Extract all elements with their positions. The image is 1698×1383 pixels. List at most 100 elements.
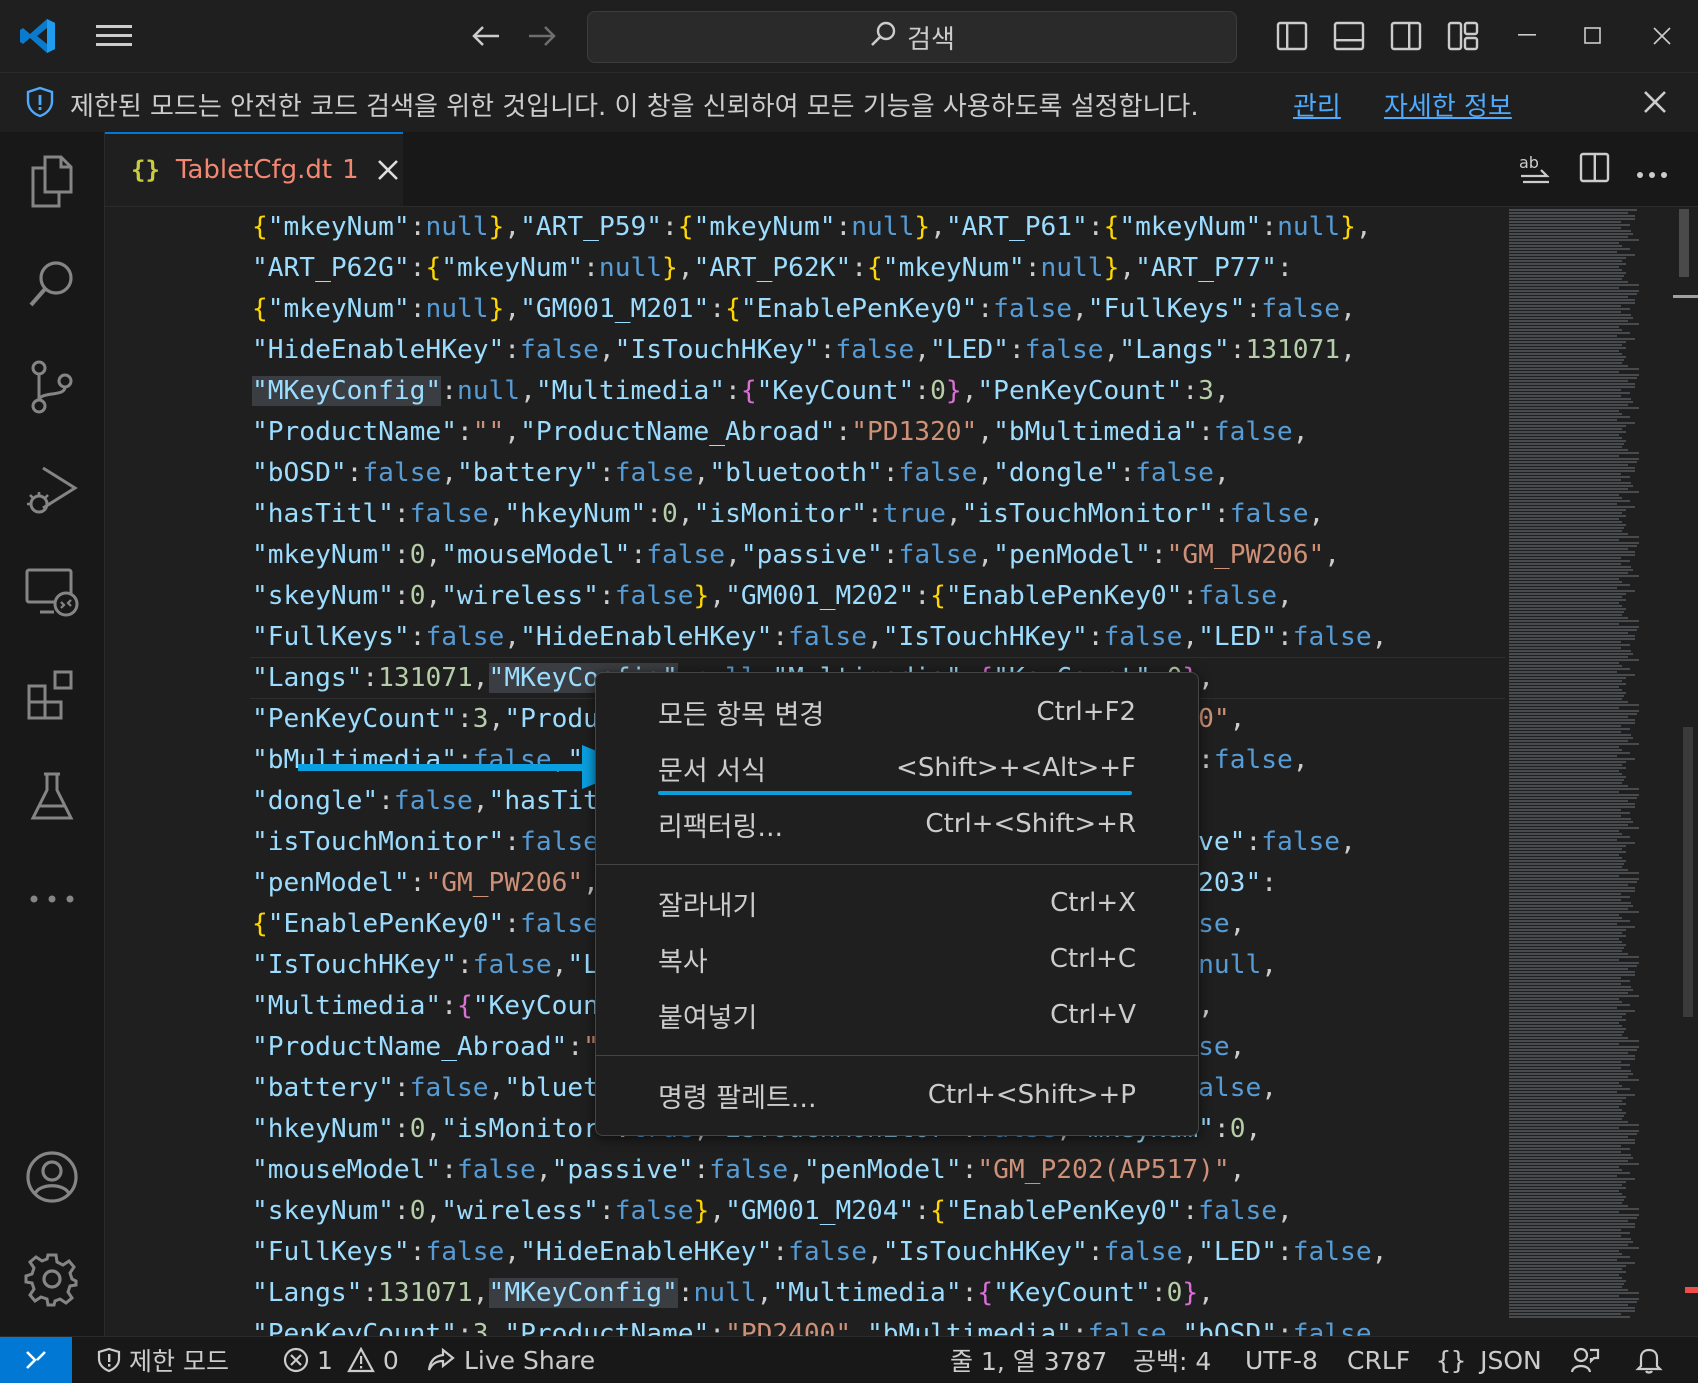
minimap-line [1509,1133,1637,1135]
menu-item-cut[interactable]: 잘라내기 Ctrl+X [604,878,1190,928]
toggle-secondary-sidebar-icon[interactable] [1384,14,1428,58]
code-line[interactable]: {"mkeyNum":null},"GM001_M201":{"EnablePe… [252,289,1387,330]
minimap-line [1509,233,1633,235]
minimap-line [1509,509,1626,511]
minimize-icon[interactable] [1505,14,1549,58]
explorer-icon[interactable] [0,137,104,227]
minimap-line [1509,1184,1622,1186]
maximize-icon[interactable] [1571,14,1615,58]
tab-tabletcfg[interactable]: {} TabletCfg.dt 1 [105,132,403,206]
context-menu: 모든 항목 변경 Ctrl+F2 문서 서식 <Shift>+<Alt>+F 리… [595,672,1199,1136]
minimap-line [1509,773,1622,775]
minimap-line [1509,914,1619,916]
code-line[interactable]: "ART_P62G":{"mkeyNum":null},"ART_P62K":{… [252,248,1387,289]
minimap-line [1509,650,1631,652]
customize-layout-icon[interactable] [1441,14,1485,58]
banner-close-icon[interactable] [1640,87,1670,124]
code-line[interactable]: "FullKeys":false,"HideEnableHKey":false,… [252,617,1387,658]
minimap-line [1509,932,1622,934]
code-line[interactable]: "hasTitl":false,"hkeyNum":0,"isMonitor":… [252,494,1387,535]
encoding-status[interactable]: UTF-8 [1245,1337,1318,1383]
manage-link[interactable]: 관리 [1293,86,1341,123]
menu-item-paste[interactable]: 붙여넣기 Ctrl+V [604,990,1190,1040]
source-control-icon[interactable] [0,342,104,432]
language-mode-status[interactable]: {} JSON [1436,1337,1542,1383]
minimap-line [1509,1160,1628,1162]
menu-item-shortcut: Ctrl+C [1049,944,1136,974]
learn-more-link[interactable]: 자세한 정보 [1384,86,1512,123]
menu-item-command-palette[interactable]: 명령 팔레트... Ctrl+<Shift>+P [604,1070,1190,1120]
minimap-line [1509,1151,1621,1153]
live-share-status[interactable]: Live Share [426,1337,595,1383]
minimap-line [1509,1229,1621,1231]
indentation-status[interactable]: 공백: 4 [1133,1337,1211,1383]
code-line[interactable]: "skeyNum":0,"wireless":false},"GM001_M20… [252,576,1387,617]
command-center-search[interactable]: 검색 [587,11,1237,63]
back-arrow-icon[interactable] [464,14,508,58]
vertical-scrollbar[interactable] [1673,207,1698,1336]
tab-close-icon[interactable] [377,159,399,181]
extensions-icon[interactable] [0,650,104,740]
manage-gear-icon[interactable] [0,1234,104,1324]
minimap-line [1509,1088,1630,1090]
minimap-line [1509,890,1635,892]
menu-icon[interactable] [92,14,136,58]
toggle-panel-icon[interactable] [1327,14,1371,58]
forward-arrow-icon[interactable] [520,14,564,58]
accounts-icon[interactable] [0,1132,104,1222]
code-line[interactable]: "FullKeys":false,"HideEnableHKey":false,… [252,1232,1387,1273]
feedback-icon[interactable] [1570,1337,1600,1383]
minimap-line [1509,728,1630,730]
minimap-line [1509,272,1626,274]
menu-item-change-all-occurrences[interactable]: 모든 항목 변경 Ctrl+F2 [604,687,1190,737]
minimap-line [1509,638,1635,640]
minimap-line [1509,749,1622,751]
more-actions-icon[interactable] [1636,164,1668,183]
code-line[interactable]: {"mkeyNum":null},"ART_P59":{"mkeyNum":nu… [252,207,1387,248]
code-line[interactable]: "mkeyNum":0,"mouseModel":false,"passive"… [252,535,1387,576]
minimap-line [1509,1253,1622,1255]
eol-status[interactable]: CRLF [1347,1337,1410,1383]
split-editor-icon[interactable] [1579,152,1611,188]
menu-item-shortcut: Ctrl+F2 [1036,697,1136,727]
code-line[interactable]: "Langs":131071,"MKeyConfig":null,"Multim… [252,1273,1387,1314]
code-line[interactable]: "PenKeyCount":3,"ProductName":"PD2400","… [252,1314,1387,1336]
code-line[interactable]: "mouseModel":false,"passive":false,"penM… [252,1150,1387,1191]
cursor-position-status[interactable]: 줄 1, 열 3787 [950,1337,1107,1383]
minimap-line [1509,1121,1628,1123]
minimap-line [1509,1172,1630,1174]
code-line[interactable]: "ProductName":"","ProductName_Abroad":"P… [252,412,1387,453]
minimap-line [1509,1064,1630,1066]
menu-item-copy[interactable]: 복사 Ctrl+C [604,934,1190,984]
testing-icon[interactable] [0,752,104,842]
problems-status[interactable]: 1 0 [283,1337,399,1383]
minimap-line [1509,1079,1639,1081]
run-debug-icon[interactable] [0,445,104,535]
open-changes-icon[interactable]: ab [1517,152,1553,190]
minimap[interactable] [1505,207,1673,1336]
close-icon[interactable] [1640,14,1684,58]
minimap-line [1509,500,1630,502]
remote-indicator[interactable] [0,1337,72,1383]
minimap-line [1509,560,1630,562]
menu-item-refactor[interactable]: 리팩터링... Ctrl+<Shift>+R [604,799,1190,849]
minimap-line [1509,395,1621,397]
code-line[interactable]: "MKeyConfig":null,"Multimedia":{"KeyCoun… [252,371,1387,412]
minimap-line [1509,1274,1619,1276]
search-placeholder: 검색 [907,24,955,55]
minimap-line [1509,1163,1639,1165]
remote-explorer-icon[interactable] [0,547,104,637]
notifications-bell-icon[interactable] [1635,1337,1663,1383]
scrollbar-thumb[interactable] [1679,209,1689,277]
restricted-mode-status[interactable]: 제한 모드 [97,1337,229,1383]
more-icon[interactable] [0,854,104,944]
code-line[interactable]: "HideEnableHKey":false,"IsTouchHKey":fal… [252,330,1387,371]
code-line[interactable]: "bOSD":false,"battery":false,"bluetooth"… [252,453,1387,494]
toggle-primary-sidebar-icon[interactable] [1270,14,1314,58]
minimap-line [1509,731,1621,733]
menu-item-format-document[interactable]: 문서 서식 <Shift>+<Alt>+F [604,743,1190,793]
search-icon[interactable] [0,239,104,329]
minimap-line [1509,767,1626,769]
minimap-line [1509,752,1630,754]
code-line[interactable]: "skeyNum":0,"wireless":false},"GM001_M20… [252,1191,1387,1232]
